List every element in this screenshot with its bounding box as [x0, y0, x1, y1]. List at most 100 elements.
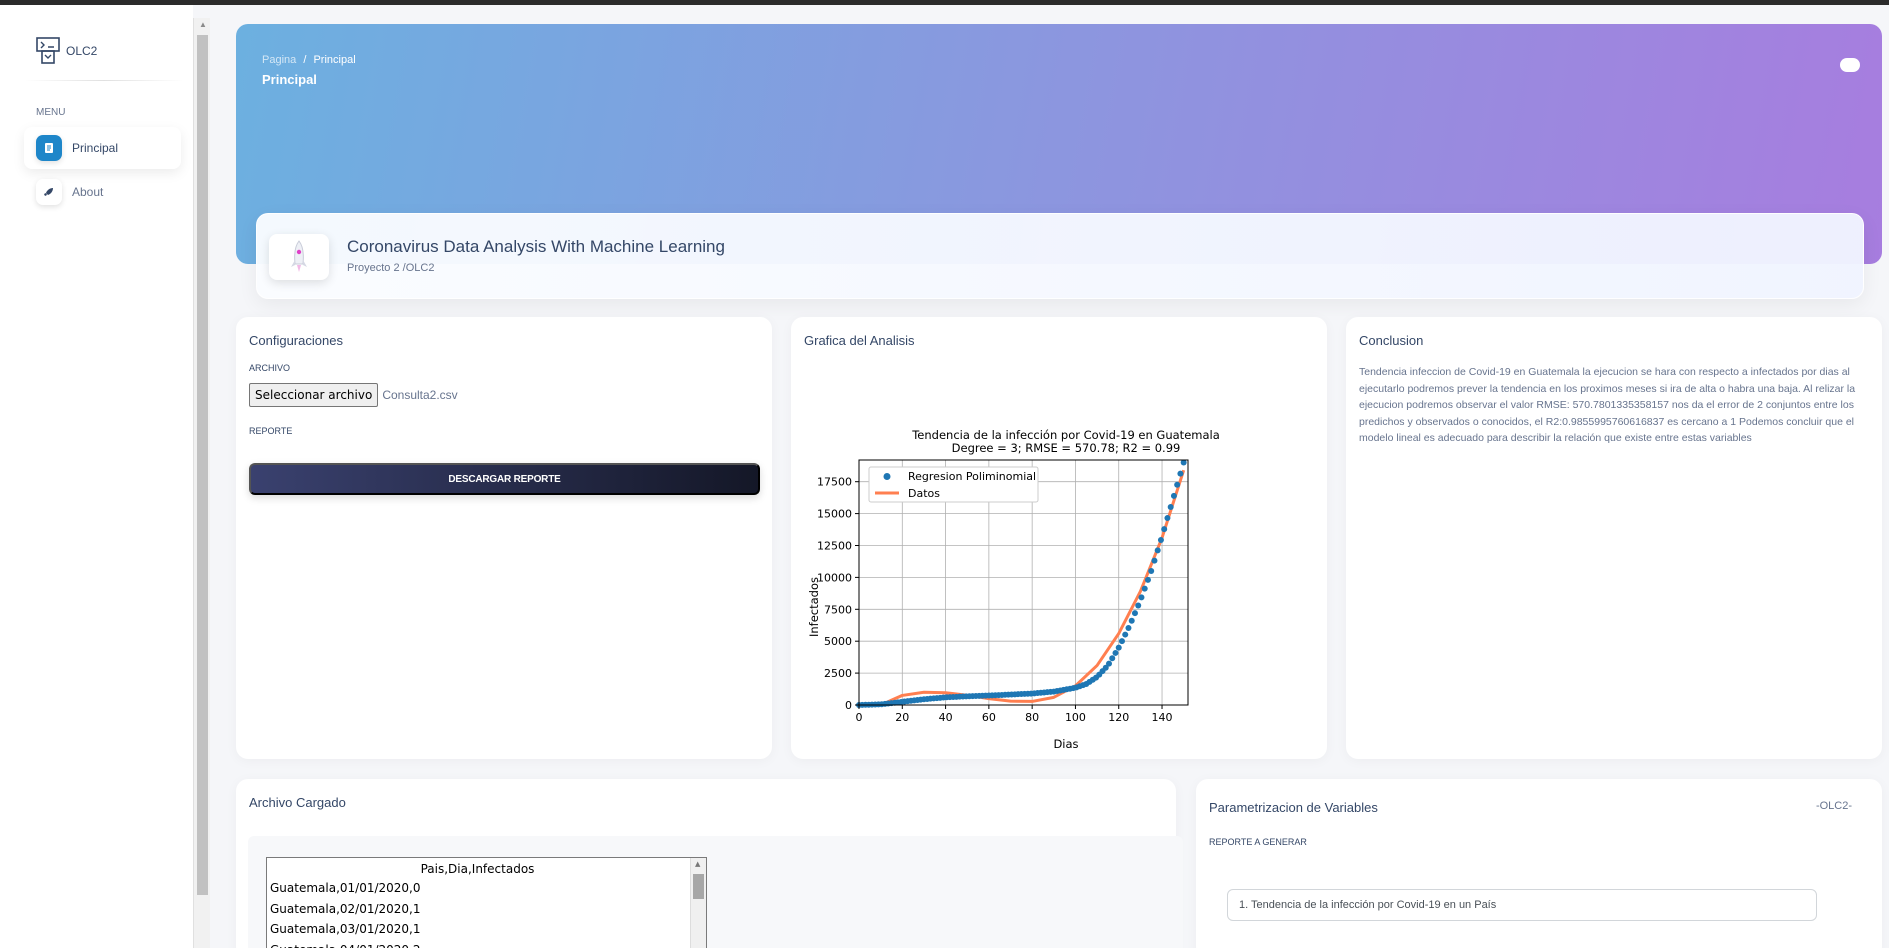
breadcrumb-root[interactable]: Pagina: [262, 54, 296, 66]
page-scrollbar[interactable]: ▲: [193, 18, 210, 948]
breadcrumb-separator: /: [303, 54, 307, 66]
conclusion-title: Conclusion: [1359, 333, 1424, 348]
regression-point: [1109, 655, 1116, 662]
analysis-chart: Tendencia de la infección por Covid-19 e…: [807, 428, 1220, 751]
uploaded-title: Archivo Cargado: [249, 795, 346, 810]
regression-point: [1161, 526, 1168, 533]
regression-point: [1131, 610, 1138, 617]
brand[interactable]: OLC2: [36, 37, 97, 65]
listbox-scroll-thumb[interactable]: [693, 874, 704, 899]
x-tick-label: 120: [1108, 711, 1129, 724]
regression-point: [1164, 515, 1171, 522]
listbox-scrollbar[interactable]: ▲: [690, 858, 706, 948]
list-item[interactable]: Guatemala,04/01/2020,2: [267, 940, 706, 948]
uploaded-data-area: Pais,Dia,Infectados Guatemala,01/01/2020…: [248, 836, 1183, 948]
page-title: Principal: [262, 72, 317, 87]
regression-point: [1167, 503, 1174, 510]
y-tick-label: 2500: [824, 667, 852, 680]
menu-title: MENU: [36, 107, 66, 118]
regression-point: [1157, 537, 1164, 544]
x-tick-label: 40: [939, 711, 953, 724]
brand-logo-icon: [36, 37, 60, 64]
chart-title: Tendencia de la infección por Covid-19 e…: [911, 428, 1220, 442]
regression-point: [1154, 547, 1161, 554]
chart-subtitle: Degree = 3; RMSE = 570.78; R2 = 0.99: [952, 441, 1181, 455]
legend-label-line: Datos: [908, 487, 940, 500]
project-title: Coronavirus Data Analysis With Machine L…: [347, 237, 725, 256]
regression-point: [1151, 557, 1158, 564]
y-tick-label: 17500: [817, 476, 852, 489]
config-card: Configuraciones ARCHIVO Seleccionar arch…: [236, 317, 772, 759]
list-item[interactable]: Guatemala,01/01/2020,0: [267, 878, 706, 899]
settings-toggle[interactable]: [1840, 58, 1860, 72]
regression-point: [1138, 594, 1145, 601]
download-report-button[interactable]: DESCARGAR REPORTE: [249, 463, 760, 495]
params-card: Parametrizacion de Variables -OLC2- REPO…: [1196, 779, 1882, 948]
regression-point: [1115, 644, 1122, 651]
scroll-thumb[interactable]: [197, 35, 208, 895]
sidebar-item-principal[interactable]: Principal: [24, 127, 181, 169]
regression-point: [1105, 660, 1112, 667]
project-subtitle: Proyecto 2 /OLC2: [347, 262, 435, 274]
sidebar-divider: [24, 80, 184, 81]
y-tick-label: 12500: [817, 539, 852, 552]
uploaded-data-listbox[interactable]: Pais,Dia,Infectados Guatemala,01/01/2020…: [266, 857, 707, 948]
report-select[interactable]: 1. Tendencia de la infección por Covid-1…: [1227, 889, 1817, 921]
regression-point: [1174, 481, 1181, 488]
regression-point: [1135, 602, 1142, 609]
sidebar: OLC2 MENU Principal About: [0, 5, 193, 948]
regression-point: [1177, 470, 1184, 477]
chart-ticks: 0 20 40 60 80 100 120 140 0 2500 5000 7500 10000 1250…: [817, 476, 1173, 724]
y-tick-label: 5000: [824, 635, 852, 648]
regression-point: [1170, 492, 1177, 499]
legend-marker-points: [883, 473, 891, 480]
brand-name: OLC2: [66, 44, 98, 58]
choose-file-button[interactable]: Seleccionar archivo: [249, 383, 379, 407]
y-tick-label: 10000: [817, 571, 852, 584]
uploaded-file-card: Archivo Cargado Pais,Dia,Infectados Guat…: [236, 779, 1183, 948]
conclusion-text: Tendencia infeccion de Covid-19 en Guate…: [1359, 366, 1856, 444]
document-icon: [36, 135, 62, 161]
conclusion-card: Conclusion Tendencia infeccion de Covid-…: [1346, 317, 1882, 759]
params-title: Parametrizacion de Variables: [1209, 800, 1378, 815]
regression-point: [1112, 649, 1119, 656]
regression-point: [1141, 585, 1148, 592]
regression-point: [1122, 631, 1129, 638]
x-tick-label: 100: [1065, 711, 1086, 724]
rocket-illustration-icon: [291, 240, 307, 272]
project-card: Coronavirus Data Analysis With Machine L…: [256, 213, 1864, 299]
list-item[interactable]: Guatemala,03/01/2020,1: [267, 919, 706, 940]
y-axis-label: Infectados: [807, 577, 821, 637]
selected-file-name: Consulta2.csv: [382, 388, 458, 402]
params-right-label: -OLC2-: [1815, 800, 1852, 812]
archivo-label: ARCHIVO: [249, 363, 291, 373]
regression-point: [1125, 625, 1132, 632]
y-tick-label: 15000: [817, 508, 852, 521]
config-title: Configuraciones: [249, 333, 343, 348]
sidebar-item-about[interactable]: About: [24, 171, 181, 213]
list-header: Pais,Dia,Infectados: [420, 862, 535, 876]
regression-point: [1144, 576, 1151, 583]
x-tick-label: 60: [982, 711, 996, 724]
x-tick-label: 80: [1025, 711, 1039, 724]
y-tick-label: 7500: [824, 603, 852, 616]
y-tick-label: 0: [845, 699, 852, 712]
chart-legend: Regresion Poliminomial Datos: [868, 466, 1039, 503]
sidebar-item-label: Principal: [72, 141, 119, 155]
reporte-label: REPORTE: [249, 426, 293, 436]
report-to-generate-label: REPORTE A GENERAR: [1209, 837, 1307, 847]
x-tick-label: 20: [895, 711, 909, 724]
regression-point: [1148, 568, 1155, 575]
scroll-up-icon[interactable]: ▲: [695, 860, 700, 868]
regression-point: [1118, 638, 1125, 645]
file-input[interactable]: Seleccionar archivo Consulta2.csv: [249, 383, 458, 407]
list-item[interactable]: Guatemala,02/01/2020,1: [267, 899, 706, 920]
regression-point: [1128, 617, 1135, 624]
scroll-up-icon[interactable]: ▲: [199, 20, 207, 29]
window-top-bar: [0, 0, 1889, 5]
breadcrumb: Pagina / Principal: [262, 54, 356, 66]
project-avatar: [269, 234, 329, 280]
breadcrumb-current: Principal: [313, 54, 356, 66]
x-tick-label: 0: [856, 711, 863, 724]
legend-label-points: Regresion Poliminomial: [908, 470, 1036, 483]
